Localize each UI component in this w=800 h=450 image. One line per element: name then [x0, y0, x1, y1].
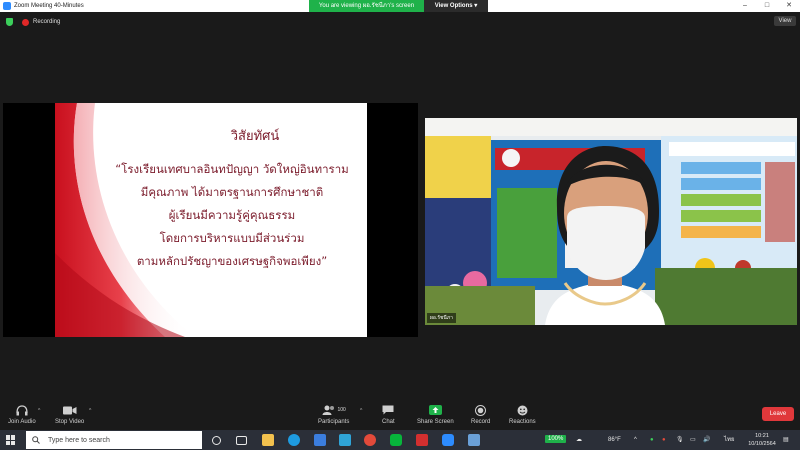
join-audio-label: Join Audio: [8, 419, 36, 425]
task-view-icon[interactable]: [236, 436, 247, 445]
photos-icon[interactable]: [468, 434, 480, 446]
clock-date: 10/10/2564: [748, 441, 776, 447]
edge-browser-icon[interactable]: [288, 434, 300, 446]
network-icon[interactable]: ▭: [690, 430, 696, 450]
video-options-caret-icon[interactable]: ^: [89, 408, 91, 414]
slide-line-1: “โรงเรียนเทศบาลอินทปัญญา วัดใหญ่อินทาราม: [115, 162, 349, 176]
stop-video-label: Stop Video: [55, 419, 85, 425]
stop-video-button[interactable]: Stop Video: [55, 404, 84, 425]
mail-icon[interactable]: [314, 434, 326, 446]
slide-line-3: ผู้เรียนมีความรู้คู่คุณธรรม: [168, 208, 296, 222]
zoom-meeting-window: Zoom Meeting 40-Minutes – □ ✕ You are vi…: [0, 0, 800, 450]
video-camera-icon: [62, 404, 77, 416]
line-app-icon[interactable]: [390, 434, 402, 446]
share-screen-label: Share Screen: [417, 419, 454, 425]
leave-label: Leave: [769, 411, 787, 417]
input-language[interactable]: ไทย: [724, 430, 735, 450]
microphone-icon[interactable]: 🎙: [676, 430, 684, 450]
leave-button[interactable]: Leave: [762, 407, 794, 421]
file-explorer-icon[interactable]: [262, 434, 274, 446]
reactions-button[interactable]: Reactions: [509, 404, 536, 425]
clock-time: 10:21: [755, 433, 769, 439]
reactions-smiley-icon: [517, 404, 528, 416]
recording-icon: [22, 18, 29, 26]
tray-app-icon[interactable]: ●: [650, 430, 654, 450]
taskbar-clock[interactable]: 10:21 10/10/2564: [744, 432, 780, 448]
chat-icon: [382, 404, 394, 416]
windows-start-icon[interactable]: [6, 435, 16, 445]
record-button[interactable]: Record: [471, 404, 490, 425]
recording-label: Recording: [33, 19, 61, 25]
reactions-label: Reactions: [509, 419, 536, 425]
chat-button[interactable]: Chat: [382, 404, 395, 425]
antivirus-icon[interactable]: [416, 434, 428, 446]
battery-indicator[interactable]: 100%: [545, 435, 567, 443]
notification-icon[interactable]: ▤: [783, 430, 789, 450]
meeting-toolbar: Join Audio ^ Stop Video ^ 100 Participan…: [0, 400, 800, 430]
volume-icon[interactable]: 🔊: [703, 430, 710, 450]
share-screen-button[interactable]: Share Screen: [417, 404, 454, 425]
chat-label: Chat: [382, 419, 395, 425]
slide-line-4: โดยการบริหารแบบมีส่วนร่วม: [159, 231, 305, 245]
video-scene: [425, 118, 797, 325]
participant-video[interactable]: ผอ.รัชนีภา: [425, 118, 797, 325]
tray-overflow-icon[interactable]: ^: [634, 430, 637, 450]
close-button[interactable]: ✕: [778, 0, 800, 12]
status-row: Recording: [6, 17, 60, 27]
viewing-message: You are viewing ผอ.รัชนีภา's screen: [309, 0, 424, 12]
window-title: Zoom Meeting 40-Minutes: [14, 3, 84, 9]
screen-share-banner: You are viewing ผอ.รัชนีภา's screen View…: [309, 0, 488, 12]
window-controls: – □ ✕: [734, 0, 800, 12]
search-placeholder: Type here to search: [48, 436, 110, 444]
zoom-taskbar-icon[interactable]: [442, 434, 454, 446]
view-button[interactable]: View: [774, 16, 796, 26]
participants-button[interactable]: 100 Participants: [318, 404, 349, 425]
zoom-logo-icon: [3, 2, 11, 10]
shared-slide: วิสัยทัศน์ “โรงเรียนเทศบาลอินทปัญญา วัดใ…: [55, 103, 367, 337]
record-icon: [475, 404, 487, 416]
weather-icon[interactable]: ☁: [576, 430, 582, 450]
join-audio-button[interactable]: Join Audio: [8, 404, 36, 425]
taskbar-search-box[interactable]: Type here to search: [26, 431, 202, 449]
weather-temperature[interactable]: 86°F: [608, 430, 621, 450]
chrome-icon[interactable]: [364, 434, 376, 446]
share-screen-icon: [428, 404, 442, 416]
maximize-button[interactable]: □: [756, 0, 778, 12]
participants-icon: 100: [322, 404, 346, 416]
participants-options-caret-icon[interactable]: ^: [360, 408, 362, 414]
participant-name-label: ผอ.รัชนีภา: [427, 313, 456, 323]
tray-chrome-icon[interactable]: ●: [662, 430, 666, 450]
participants-label: Participants: [318, 419, 350, 425]
shield-icon[interactable]: [6, 18, 13, 26]
view-options-button[interactable]: View Options ▾: [424, 0, 488, 12]
view-button-label: View: [778, 18, 792, 24]
app-l-icon[interactable]: [339, 434, 351, 446]
slide-title: วิสัยทัศน์: [230, 129, 280, 144]
slide-line-2: มีคุณภาพ ได้มาตรฐานการศึกษาชาติ: [140, 185, 324, 199]
cortana-icon[interactable]: [212, 436, 221, 445]
record-label: Record: [471, 419, 491, 425]
windows-taskbar: Type here to search 100% ☁ 86°F ^ ● ● 🎙 …: [0, 430, 800, 450]
audio-options-caret-icon[interactable]: ^: [38, 408, 40, 414]
minimize-button[interactable]: –: [734, 0, 756, 12]
slide-line-5: ตามหลักปรัชญาของเศรษฐกิจพอเพียง”: [136, 254, 328, 268]
headphones-icon: [16, 404, 28, 416]
search-icon: [32, 431, 40, 449]
participant-count: 100: [337, 407, 346, 413]
